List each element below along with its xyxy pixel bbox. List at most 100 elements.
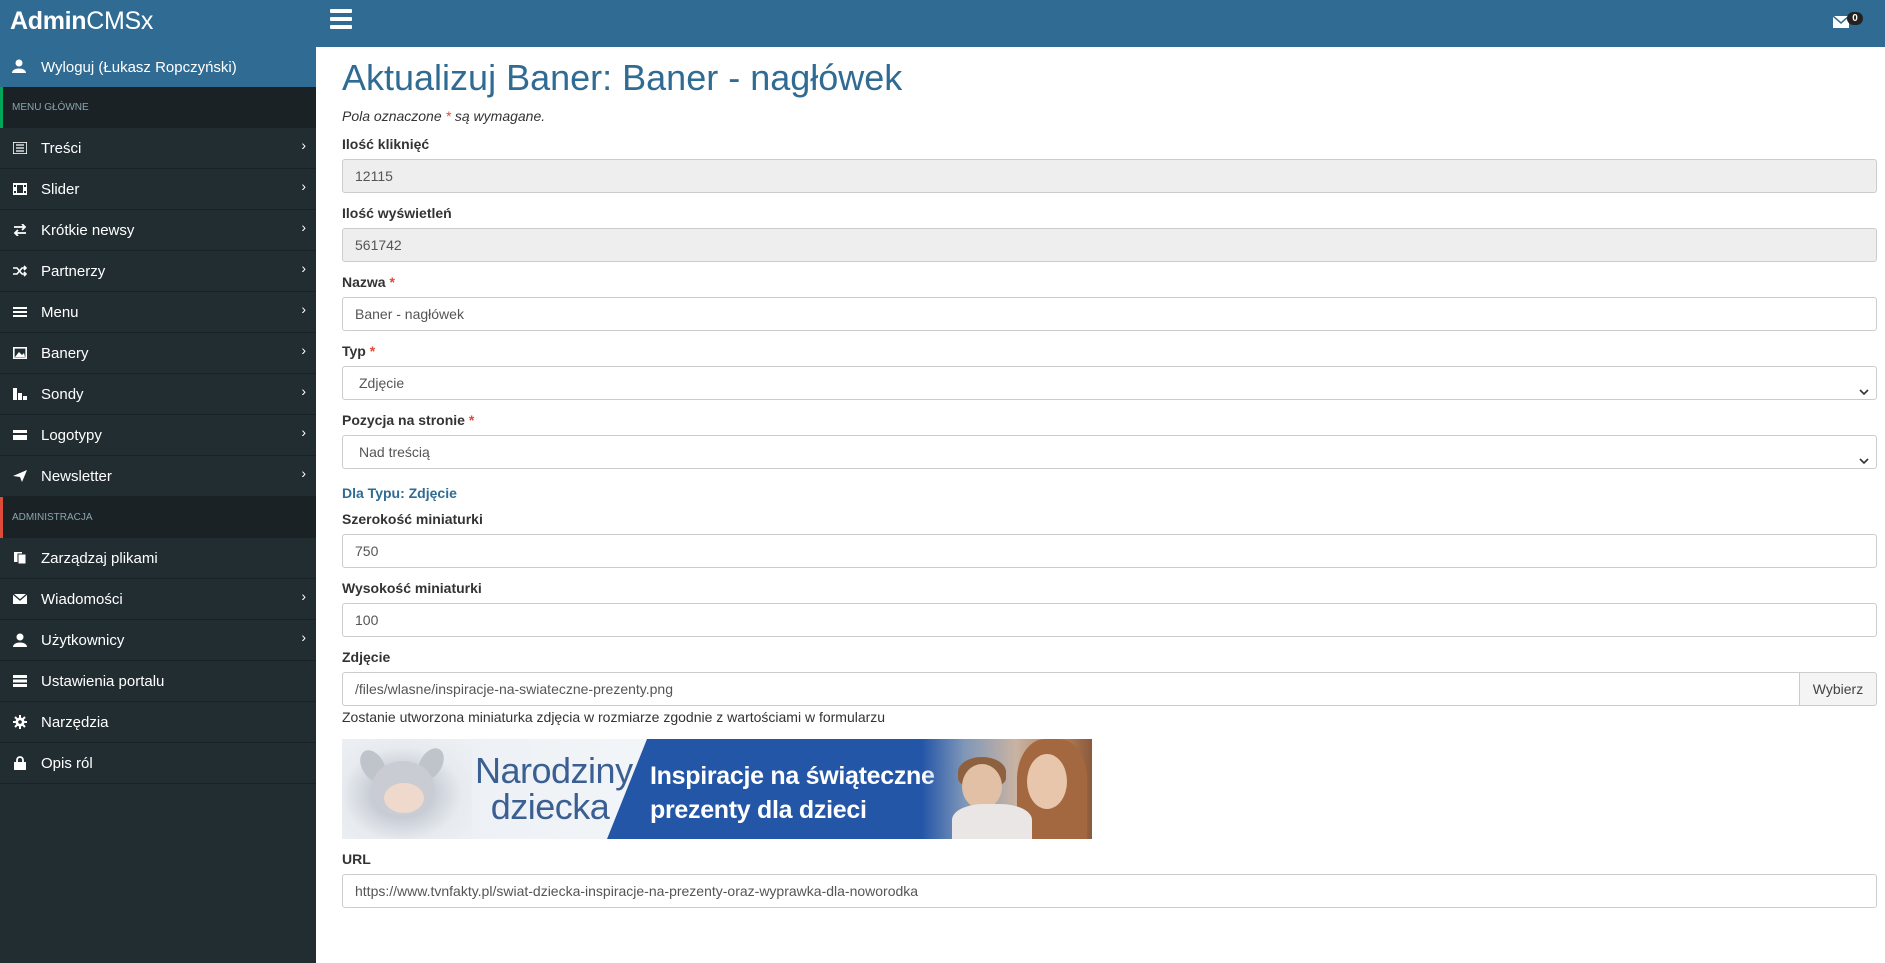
sidebar-item-narzedzia[interactable]: Narzędzia (0, 702, 316, 743)
thumb-height-label: Wysokość miniaturki (342, 580, 482, 596)
sidebar-item-label: Opis ról (41, 754, 93, 772)
chevron-right-icon: › (301, 178, 306, 194)
sidebar-item-label: Partnerzy (41, 262, 106, 280)
user-icon (12, 59, 28, 75)
type-label: Typ * (342, 343, 376, 359)
thumb-height-field[interactable]: 100 (342, 603, 1877, 637)
menu-icon (12, 304, 28, 320)
sidebar-item-label: Sondy (41, 385, 84, 403)
name-label: Nazwa * (342, 274, 395, 290)
image-help-text: Zostanie utworzona miniaturka zdjęcia w … (342, 709, 886, 725)
sidebar: Wyloguj (Łukasz Ropczyński) MENU GŁÓWNE … (0, 47, 316, 963)
envelope-icon (12, 591, 28, 607)
views-field: 561742 (342, 228, 1877, 262)
card-icon (12, 427, 28, 443)
app-logo[interactable]: AdminCMSx (10, 7, 153, 36)
chevron-right-icon: › (301, 301, 306, 317)
top-navbar: AdminCMSx 0 (0, 0, 1885, 47)
type-select-value: Zdjęcie (359, 375, 405, 391)
sidebar-item-banery[interactable]: Banery › (0, 333, 316, 374)
list-icon (12, 140, 28, 156)
sidebar-item-label: Logotypy (41, 426, 102, 444)
views-group: Ilość wyświetleń 561742 (342, 205, 1885, 262)
image-input-group: /files/wlasne/inspiracje-na-swiateczne-p… (342, 672, 1877, 706)
sidebar-item-ustawienia-portalu[interactable]: Ustawienia portalu (0, 661, 316, 702)
clicks-label: Ilość kliknięć (342, 136, 430, 152)
send-icon (12, 468, 28, 484)
type-subheading: Dla Typu: Zdjęcie (342, 485, 457, 501)
sidebar-item-krotkie-newsy[interactable]: Krótkie newsy › (0, 210, 316, 251)
transfer-icon (12, 222, 28, 238)
sidebar-item-wiadomosci[interactable]: Wiadomości › (0, 579, 316, 620)
clicks-group: Ilość kliknięć 12115 (342, 136, 1885, 193)
sidebar-item-menu[interactable]: Menu › (0, 292, 316, 333)
logout-label: Wyloguj (Łukasz Ropczyński) (41, 58, 237, 76)
picture-icon (12, 345, 28, 361)
chevron-right-icon: › (301, 219, 306, 235)
sidebar-item-label: Użytkownicy (41, 631, 125, 649)
sidebar-item-label: Banery (41, 344, 89, 362)
sidebar-item-partnerzy[interactable]: Partnerzy › (0, 251, 316, 292)
sidebar-header-admin: ADMINISTRACJA (0, 497, 316, 538)
chevron-right-icon: › (301, 260, 306, 276)
sidebar-item-label: Ustawienia portalu (41, 672, 165, 690)
main-content: Aktualizuj Baner: Baner - nagłówek Pola … (316, 47, 1885, 963)
type-group: Typ * Zdjęcie (342, 343, 1885, 400)
banner-preview-image: Narodziny dziecka Inspiracje na świąteczn… (342, 739, 1092, 839)
chevron-down-icon (1858, 446, 1870, 465)
sidebar-toggle-icon[interactable] (330, 9, 352, 31)
banner-text-right: Inspiracje na świąteczne prezenty dla dzi… (650, 762, 935, 824)
chevron-right-icon: › (301, 383, 306, 399)
thumb-width-label: Szerokość miniaturki (342, 511, 483, 527)
sidebar-item-label: Newsletter (41, 467, 112, 485)
gear-icon (12, 714, 28, 730)
sidebar-item-logotypy[interactable]: Logotypy › (0, 415, 316, 456)
chevron-right-icon: › (301, 342, 306, 358)
sidebar-item-label: Narzędzia (41, 713, 109, 731)
chevron-right-icon: › (301, 137, 306, 153)
type-select[interactable]: Zdjęcie (342, 366, 1877, 400)
chevron-right-icon: › (301, 465, 306, 481)
random-icon (12, 263, 28, 279)
logout-link[interactable]: Wyloguj (Łukasz Ropczyński) (0, 47, 316, 87)
sidebar-item-label: Slider (41, 180, 80, 198)
lock-icon (12, 755, 28, 771)
image-group: Zdjęcie /files/wlasne/inspiracje-na-swia… (342, 649, 1885, 725)
user-icon (12, 632, 28, 648)
sidebar-item-sondy[interactable]: Sondy › (0, 374, 316, 415)
name-group: Nazwa * Baner - nagłówek (342, 274, 1885, 331)
url-label: URL (342, 851, 371, 867)
thumb-height-group: Wysokość miniaturki 100 (342, 580, 1885, 637)
position-label: Pozycja na stronie * (342, 412, 475, 428)
position-select[interactable]: Nad treścią (342, 435, 1877, 469)
sidebar-item-newsletter[interactable]: Newsletter › (0, 456, 316, 497)
mother-child-photo (922, 739, 1092, 839)
sidebar-item-label: Menu (41, 303, 79, 321)
poll-icon (12, 386, 28, 402)
sidebar-item-label: Wiadomości (41, 590, 123, 608)
chevron-right-icon: › (301, 588, 306, 604)
position-select-value: Nad treścią (359, 444, 430, 460)
files-icon (12, 550, 28, 566)
sidebar-item-slider[interactable]: Slider › (0, 169, 316, 210)
choose-image-button[interactable]: Wybierz (1800, 672, 1877, 706)
chevron-down-icon (1858, 377, 1870, 396)
film-icon (12, 181, 28, 197)
url-field[interactable]: https://www.tvnfakty.pl/swiat-dziecka-in… (342, 874, 1877, 908)
clicks-field: 12115 (342, 159, 1877, 193)
name-field[interactable]: Baner - nagłówek (342, 297, 1877, 331)
sidebar-item-tresci[interactable]: Treści › (0, 128, 316, 169)
thumb-width-group: Szerokość miniaturki 750 (342, 511, 1885, 568)
thumb-width-field[interactable]: 750 (342, 534, 1877, 568)
url-group: URL https://www.tvnfakty.pl/swiat-dzieck… (342, 851, 1885, 908)
sidebar-item-uzytkownicy[interactable]: Użytkownicy › (0, 620, 316, 661)
banner-text-left: Narodziny dziecka (475, 750, 633, 827)
sidebar-item-label: Zarządzaj plikami (41, 549, 158, 567)
position-group: Pozycja na stronie * Nad treścią (342, 412, 1885, 469)
sidebar-item-zarzadzaj-plikami[interactable]: Zarządzaj plikami (0, 538, 316, 579)
sidebar-item-opis-rol[interactable]: Opis ról (0, 743, 316, 784)
mail-count-badge: 0 (1847, 12, 1863, 25)
baby-photo (342, 739, 472, 839)
server-icon (12, 673, 28, 689)
image-path-field[interactable]: /files/wlasne/inspiracje-na-swiateczne-p… (342, 672, 1800, 706)
